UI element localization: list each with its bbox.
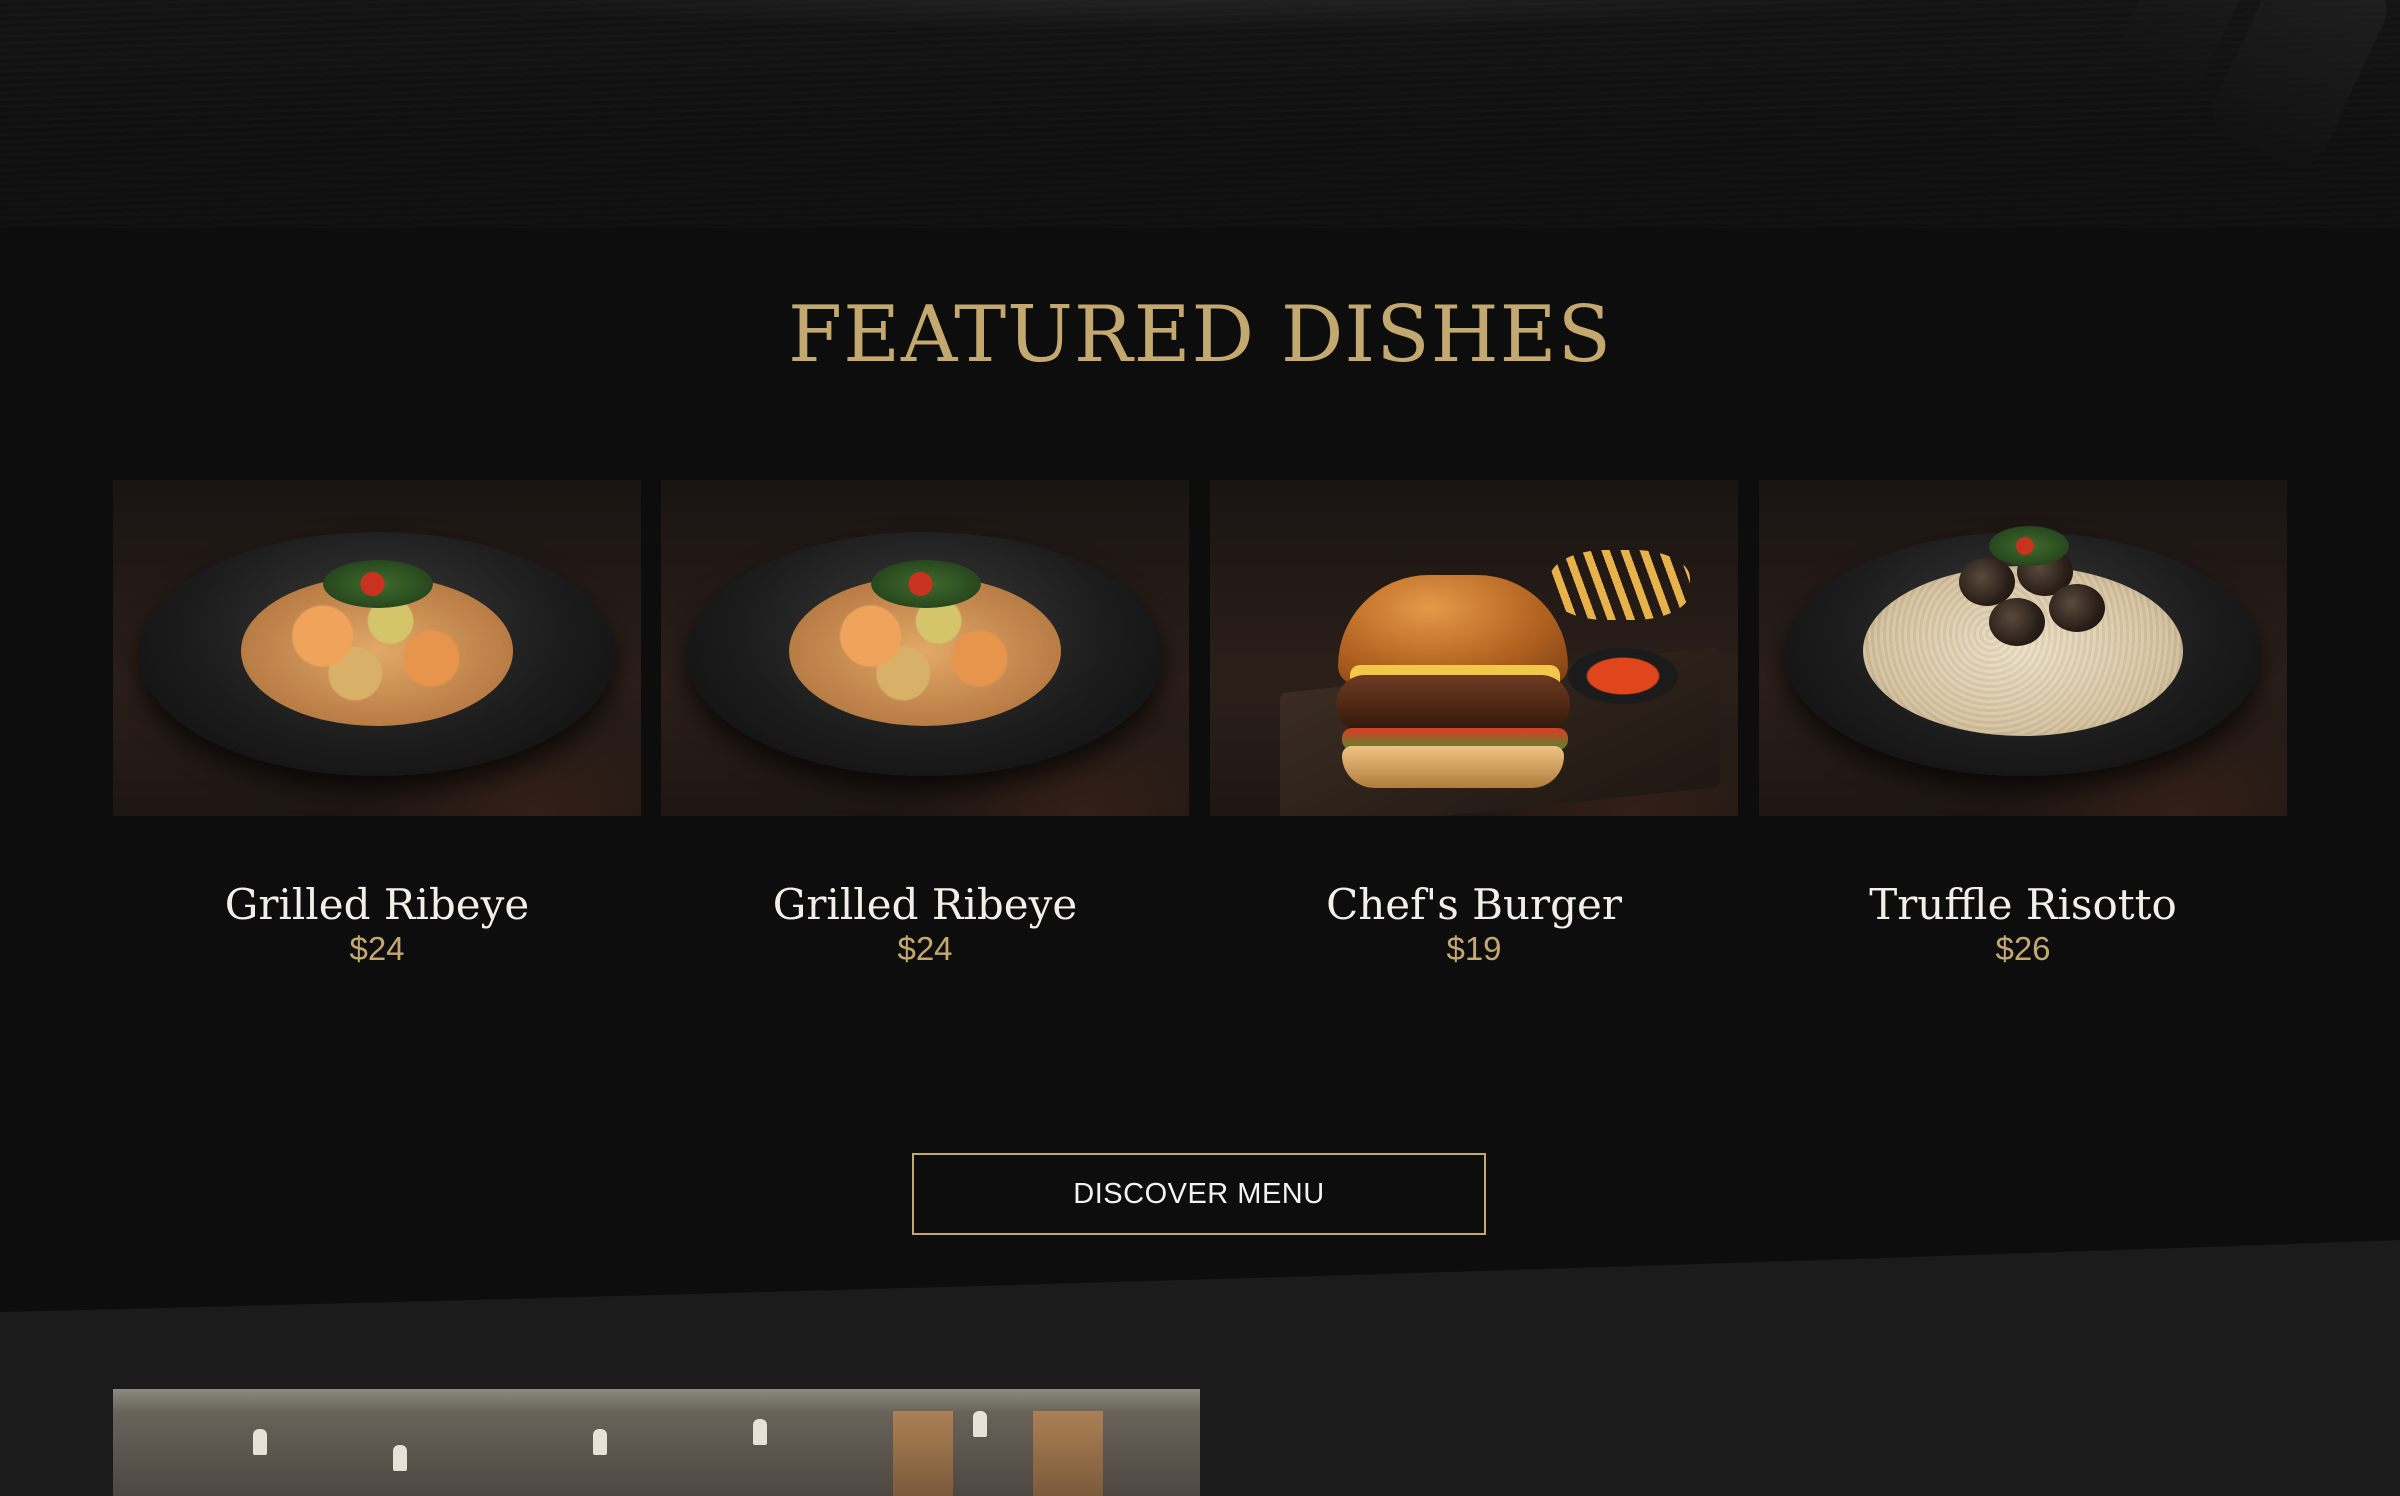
dish-card[interactable]: Grilled Ribeye $24	[113, 480, 641, 967]
dish-price: $26	[1995, 930, 2051, 967]
dish-image[interactable]	[661, 480, 1189, 816]
dish-card[interactable]: Truffle Risotto $26	[1759, 480, 2287, 967]
dish-name: Chef's Burger	[1326, 880, 1622, 929]
section-title: FEATURED DISHES	[787, 290, 1613, 380]
bottle-decoration	[2203, 0, 2397, 176]
hero-image-strip	[0, 0, 2400, 228]
dish-price: $24	[897, 930, 953, 967]
dish-price: $19	[1446, 930, 1502, 967]
dish-name: Truffle Risotto	[1869, 880, 2177, 929]
dish-card[interactable]: Grilled Ribeye $24	[661, 480, 1189, 967]
dish-image[interactable]	[113, 480, 641, 816]
dish-price: $24	[349, 930, 405, 967]
dish-name: Grilled Ribeye	[772, 880, 1078, 929]
restaurant-interior-image	[113, 1389, 1200, 1496]
dish-image[interactable]	[1210, 480, 1738, 816]
dish-name: Grilled Ribeye	[224, 880, 530, 929]
dish-image[interactable]	[1759, 480, 2287, 816]
discover-menu-button[interactable]: DISCOVER MENU	[912, 1153, 1486, 1235]
dish-card[interactable]: Chef's Burger $19	[1210, 480, 1738, 967]
